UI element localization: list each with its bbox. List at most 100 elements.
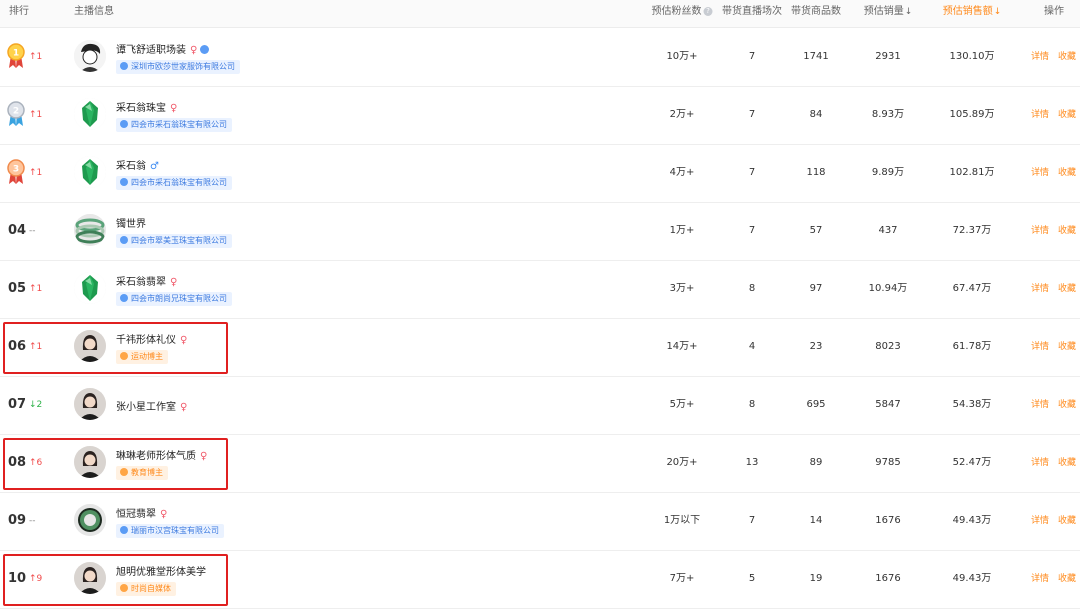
sales-value: 54.38万 [952,399,992,410]
company-verified-icon [120,120,128,128]
avatar[interactable] [74,98,106,130]
detail-link[interactable]: 详情 [1031,202,1049,260]
sales-value: 130.10万 [949,51,995,62]
detail-link[interactable]: 详情 [1031,492,1049,550]
streamer-name[interactable]: 镯世界 [116,215,146,230]
rank-trend: ↑1 [29,168,43,178]
streamer-tag: 瑞丽市汉宫珠宝有限公司 [116,524,224,538]
table-row[interactable]: 05 ↑1 采石翁翡翠 ♀ 四会市朗尚兄珠宝有限公司 3万+ 8 97 10.94万 67.47万… [0,260,1080,319]
verified-icon [200,45,210,54]
detail-link[interactable]: 详情 [1031,144,1049,202]
sessions-value: 8 [748,283,756,294]
products-value: 23 [809,341,823,352]
products-value: 57 [809,225,823,236]
creator-badge-icon [120,584,128,592]
avatar[interactable] [74,504,106,536]
favorite-link[interactable]: 收藏 [1058,260,1076,318]
favorite-link[interactable]: 收藏 [1058,318,1076,376]
streamer-name[interactable]: 谭飞舒适职场装 ♀ [116,41,210,56]
header-fans[interactable]: 预估粉丝数? [652,0,713,27]
detail-link[interactable]: 详情 [1031,376,1049,434]
favorite-link[interactable]: 收藏 [1058,202,1076,260]
company-verified-icon [120,178,128,186]
avatar[interactable] [74,272,106,304]
avatar[interactable] [74,156,106,188]
favorite-link[interactable]: 收藏 [1058,28,1076,86]
sessions-value: 7 [748,225,756,236]
volume-value: 8.93万 [871,109,905,120]
streamer-tag: 时尚自媒体 [116,582,176,596]
table-row[interactable]: 08 ↑6 琳琳老师形体气质 ♀ 教育博主 20万+ 13 89 9785 52.47万 详情 收藏 [0,434,1080,493]
streamer-name[interactable]: 旭明优雅堂形体美学 [116,563,206,578]
products-value: 84 [809,109,823,120]
detail-link[interactable]: 详情 [1031,28,1049,86]
table-row[interactable]: 10 ↑9 旭明优雅堂形体美学 时尚自媒体 7万+ 5 19 1676 49.43万 详情 收藏 [0,550,1080,609]
detail-link[interactable]: 详情 [1031,434,1049,492]
streamer-name[interactable]: 采石翁翡翠 ♀ [116,273,177,288]
streamer-name[interactable]: 采石翁 ♂ [116,157,159,172]
volume-value: 1676 [875,515,901,526]
sort-desc-icon: ↓ [993,7,1002,17]
sessions-value: 7 [748,51,756,62]
products-value: 19 [809,573,823,584]
table-row[interactable]: 2 ↑1 采石翁珠宝 ♀ 四会市采石翁珠宝有限公司 2万+ 7 84 8.93万 105.89万 详… [0,86,1080,145]
female-icon: ♀ [160,509,168,520]
streamer-name[interactable]: 琳琳老师形体气质 ♀ [116,447,207,462]
table-row[interactable]: 09 -- 恒冠翡翠 ♀ 瑞丽市汉宫珠宝有限公司 1万以下 7 14 1676 49.43万 详情收… [0,492,1080,551]
sales-value: 49.43万 [952,573,992,584]
table-row[interactable]: 3 ↑1 采石翁 ♂ 四会市采石翁珠宝有限公司 4万+ 7 118 9.89万 102.81万 详情… [0,144,1080,203]
svg-text:2: 2 [13,107,19,117]
streamer-tag: 四会市采石翁珠宝有限公司 [116,118,232,132]
fans-value: 1万+ [669,225,695,236]
products-value: 118 [806,167,826,178]
company-verified-icon [120,526,128,534]
detail-link[interactable]: 详情 [1031,86,1049,144]
streamer-name[interactable]: 千祎形体礼仪 ♀ [116,331,187,346]
fans-value: 10万+ [666,51,698,62]
volume-value: 9.89万 [871,167,905,178]
volume-value: 1676 [875,573,901,584]
avatar[interactable] [74,562,106,594]
streamer-tag: 四会市采石翁珠宝有限公司 [116,176,232,190]
rank-trend: ↓2 [29,400,43,410]
table-row[interactable]: 06 ↑1 千祎形体礼仪 ♀ 运动博主 14万+ 4 23 8023 61.78万 详情 收藏 [0,318,1080,377]
table-row[interactable]: 04 -- 镯世界 四会市翠美玉珠宝有限公司 1万+ 7 57 437 72.37万 详情 收藏 [0,202,1080,261]
favorite-link[interactable]: 收藏 [1058,550,1076,608]
avatar[interactable] [74,330,106,362]
rank-number: 10 [8,571,27,586]
rank-number: 04 [8,223,27,238]
avatar[interactable] [74,446,106,478]
detail-link[interactable]: 详情 [1031,318,1049,376]
table-header: 排行 主播信息 预估粉丝数? 带货直播场次 带货商品数 预估销量↓ 预估销售额↓… [0,0,1080,28]
volume-value: 8023 [875,341,901,352]
detail-link[interactable]: 详情 [1031,550,1049,608]
sessions-value: 7 [748,109,756,120]
help-icon[interactable]: ? [703,7,713,16]
favorite-link[interactable]: 收藏 [1058,144,1076,202]
silver-medal-icon: 2 [7,101,25,126]
streamer-name[interactable]: 恒冠翡翠 ♀ [116,505,167,520]
avatar[interactable] [74,214,106,246]
favorite-link[interactable]: 收藏 [1058,86,1076,144]
company-verified-icon [120,236,128,244]
table-row[interactable]: 1 ↑1 谭飞舒适职场装 ♀ 深圳市欧莎世家服饰有限公司 10万+ 7 1741 2931 130… [0,28,1080,87]
fans-value: 3万+ [669,283,695,294]
avatar[interactable] [74,40,106,72]
favorite-link[interactable]: 收藏 [1058,492,1076,550]
products-value: 695 [806,399,826,410]
avatar[interactable] [74,388,106,420]
header-volume[interactable]: 预估销量↓ [864,0,913,27]
detail-link[interactable]: 详情 [1031,260,1049,318]
favorite-link[interactable]: 收藏 [1058,376,1076,434]
header-sales[interactable]: 预估销售额↓ [943,0,1002,27]
sales-value: 67.47万 [952,283,992,294]
fans-value: 14万+ [666,341,698,352]
favorite-link[interactable]: 收藏 [1058,434,1076,492]
streamer-name[interactable]: 采石翁珠宝 ♀ [116,99,177,114]
header-streamer: 主播信息 [74,6,114,17]
rank-trend: ↑1 [29,342,43,352]
sales-value: 52.47万 [952,457,992,468]
table-row[interactable]: 07 ↓2 张小星工作室 ♀ 5万+ 8 695 5847 54.38万 详情 收藏 [0,376,1080,435]
rank-trend: ↑1 [29,110,43,120]
streamer-name[interactable]: 张小星工作室 ♀ [116,398,187,413]
